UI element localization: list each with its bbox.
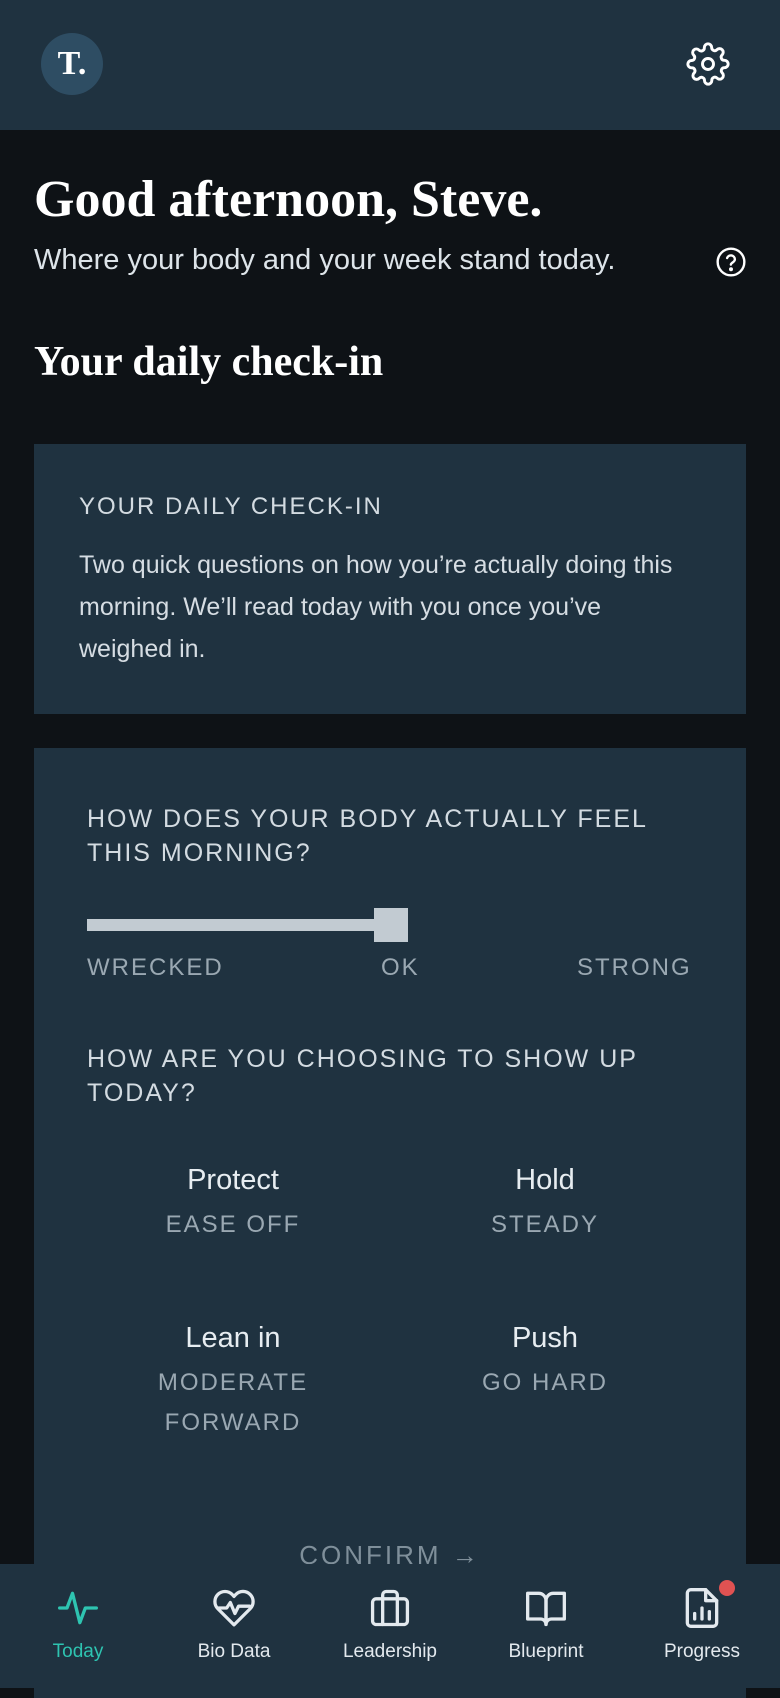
- briefcase-icon: [368, 1586, 412, 1630]
- choice-name: Lean in: [185, 1322, 281, 1354]
- nav-item-today[interactable]: Today: [0, 1564, 156, 1688]
- nav-label: Blueprint: [508, 1641, 584, 1662]
- body-feel-slider-thumb[interactable]: [374, 908, 408, 942]
- intro-card: YOUR DAILY CHECK-IN Two quick questions …: [34, 444, 746, 714]
- slider-label-ok: OK: [381, 954, 420, 981]
- choice-lean-in[interactable]: Lean in MODERATE FORWARD: [83, 1322, 383, 1443]
- report-chart-icon: [680, 1586, 724, 1630]
- gear-icon[interactable]: [686, 42, 730, 86]
- nav-item-leadership[interactable]: Leadership: [312, 1564, 468, 1688]
- nav-label: Progress: [663, 1641, 741, 1662]
- bottom-nav: Today Bio Data Leadership Blueprint Prog…: [0, 1564, 780, 1688]
- section-title: Your daily check-in: [34, 339, 384, 385]
- checkin-card: HOW DOES YOUR BODY ACTUALLY FEEL THIS MO…: [34, 748, 746, 1698]
- greeting-subtitle: Where your body and your week stand toda…: [34, 244, 616, 276]
- question-circle-icon[interactable]: [715, 246, 747, 278]
- nav-item-progress[interactable]: Progress: [624, 1564, 780, 1688]
- body-feel-slider-track[interactable]: [87, 919, 387, 931]
- nav-label: Today: [52, 1641, 104, 1662]
- body-feel-question: HOW DOES YOUR BODY ACTUALLY FEEL THIS MO…: [87, 805, 647, 867]
- choice-sub: GO HARD: [481, 1369, 608, 1396]
- intro-card-eyebrow: YOUR DAILY CHECK-IN: [79, 493, 383, 520]
- show-up-question: HOW ARE YOU CHOOSING TO SHOW UP TODAY?: [87, 1045, 638, 1107]
- intro-card-body: Two quick questions on how you’re actual…: [79, 551, 673, 663]
- heart-pulse-icon: [212, 1586, 256, 1630]
- app-header: T.: [0, 0, 780, 130]
- choice-hold[interactable]: Hold STEADY: [395, 1164, 695, 1245]
- choice-name: Hold: [515, 1164, 575, 1196]
- slider-label-strong: STRONG: [577, 954, 692, 981]
- choice-sub: EASE OFF: [165, 1211, 301, 1238]
- pulse-icon: [56, 1586, 100, 1630]
- choice-protect[interactable]: Protect EASE OFF: [83, 1164, 383, 1245]
- choice-push[interactable]: Push GO HARD: [395, 1322, 695, 1403]
- nav-label: Leadership: [342, 1641, 438, 1662]
- nav-item-blueprint[interactable]: Blueprint: [468, 1564, 624, 1688]
- notification-badge: [719, 1580, 735, 1596]
- choice-sub: MODERATE FORWARD: [157, 1369, 309, 1436]
- slider-label-wrecked: WRECKED: [87, 954, 224, 981]
- choice-name: Push: [511, 1322, 579, 1354]
- choice-name: Protect: [187, 1164, 279, 1196]
- nav-item-bio-data[interactable]: Bio Data: [156, 1564, 312, 1688]
- app-logo[interactable]: T.: [41, 33, 103, 95]
- book-icon: [524, 1586, 568, 1630]
- greeting-title: Good afternoon, Steve.: [34, 171, 543, 228]
- nav-label: Bio Data: [197, 1641, 271, 1662]
- choice-sub: STEADY: [490, 1211, 600, 1238]
